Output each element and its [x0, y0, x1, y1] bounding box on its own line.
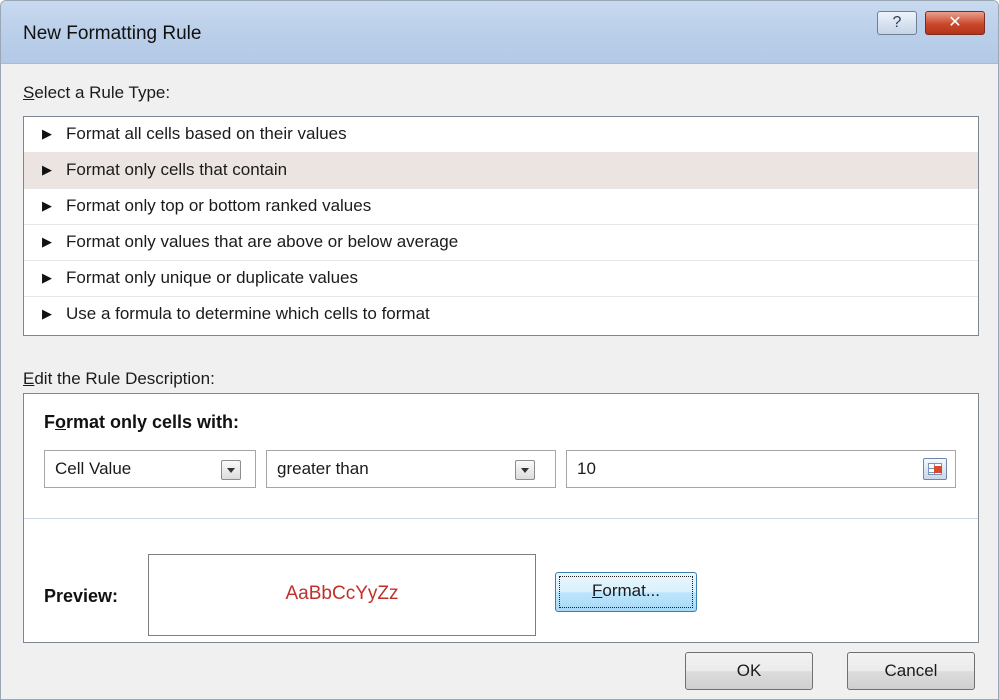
rule-type-item-formula[interactable]: ▶ Use a formula to determine which cells…	[24, 297, 978, 333]
close-icon: ✕	[948, 14, 962, 31]
rule-type-list[interactable]: ▶ Format all cells based on their values…	[23, 116, 979, 336]
rule-type-label: Format all cells based on their values	[66, 124, 347, 143]
preview-sample-text: AaBbCcYyZz	[285, 583, 399, 604]
edit-rule-description-label: Edit the Rule Description:	[23, 369, 215, 388]
rule-type-label: Format only values that are above or bel…	[66, 232, 459, 251]
format-button[interactable]: Format...	[555, 572, 697, 612]
rule-type-label: Use a formula to determine which cells t…	[66, 304, 430, 323]
value-input[interactable]: 10	[566, 450, 956, 488]
chevron-down-icon[interactable]	[221, 460, 241, 480]
title-bar: New Formatting Rule ? ✕	[1, 1, 998, 64]
rule-type-label: Format only unique or duplicate values	[66, 268, 358, 287]
new-formatting-rule-dialog: New Formatting Rule ? ✕ Select a Rule Ty…	[0, 0, 999, 700]
rule-type-label: Format only top or bottom ranked values	[66, 196, 372, 215]
triangle-right-icon: ▶	[42, 306, 52, 321]
value-input-text: 10	[577, 459, 596, 478]
help-icon: ?	[892, 14, 902, 31]
divider	[24, 518, 978, 519]
preview-box: AaBbCcYyZz	[148, 554, 536, 636]
ok-button[interactable]: OK	[685, 652, 813, 690]
rule-type-item-unique-duplicate[interactable]: ▶ Format only unique or duplicate values	[24, 261, 978, 297]
rule-type-item-top-bottom[interactable]: ▶ Format only top or bottom ranked value…	[24, 189, 978, 225]
collapse-dialog-icon[interactable]	[923, 458, 947, 480]
rule-type-item-cells-that-contain[interactable]: ▶ Format only cells that contain	[24, 153, 978, 189]
help-button[interactable]: ?	[877, 11, 917, 35]
triangle-right-icon: ▶	[42, 126, 52, 141]
triangle-right-icon: ▶	[42, 270, 52, 285]
format-only-cells-with-heading: Format only cells with:	[44, 412, 240, 432]
operator-value: greater than	[277, 459, 369, 478]
rule-type-item-all-cells[interactable]: ▶ Format all cells based on their values	[24, 117, 978, 153]
rule-type-item-above-below-average[interactable]: ▶ Format only values that are above or b…	[24, 225, 978, 261]
condition-type-value: Cell Value	[55, 459, 132, 478]
cancel-button[interactable]: Cancel	[847, 652, 975, 690]
close-button[interactable]: ✕	[925, 11, 985, 35]
chevron-down-icon[interactable]	[515, 460, 535, 480]
triangle-right-icon: ▶	[42, 162, 52, 177]
rule-type-label: Format only cells that contain	[66, 160, 288, 179]
operator-select[interactable]: greater than	[266, 450, 556, 488]
rule-description-panel: Format only cells with: Cell Value great…	[23, 393, 979, 643]
focus-rect	[559, 576, 693, 608]
condition-type-select[interactable]: Cell Value	[44, 450, 256, 488]
dialog-title: New Formatting Rule	[23, 23, 202, 44]
triangle-right-icon: ▶	[42, 234, 52, 249]
preview-label: Preview:	[44, 586, 119, 606]
triangle-right-icon: ▶	[42, 198, 52, 213]
select-rule-type-label: Select a Rule Type:	[23, 83, 171, 102]
selection-glyph	[934, 466, 942, 473]
